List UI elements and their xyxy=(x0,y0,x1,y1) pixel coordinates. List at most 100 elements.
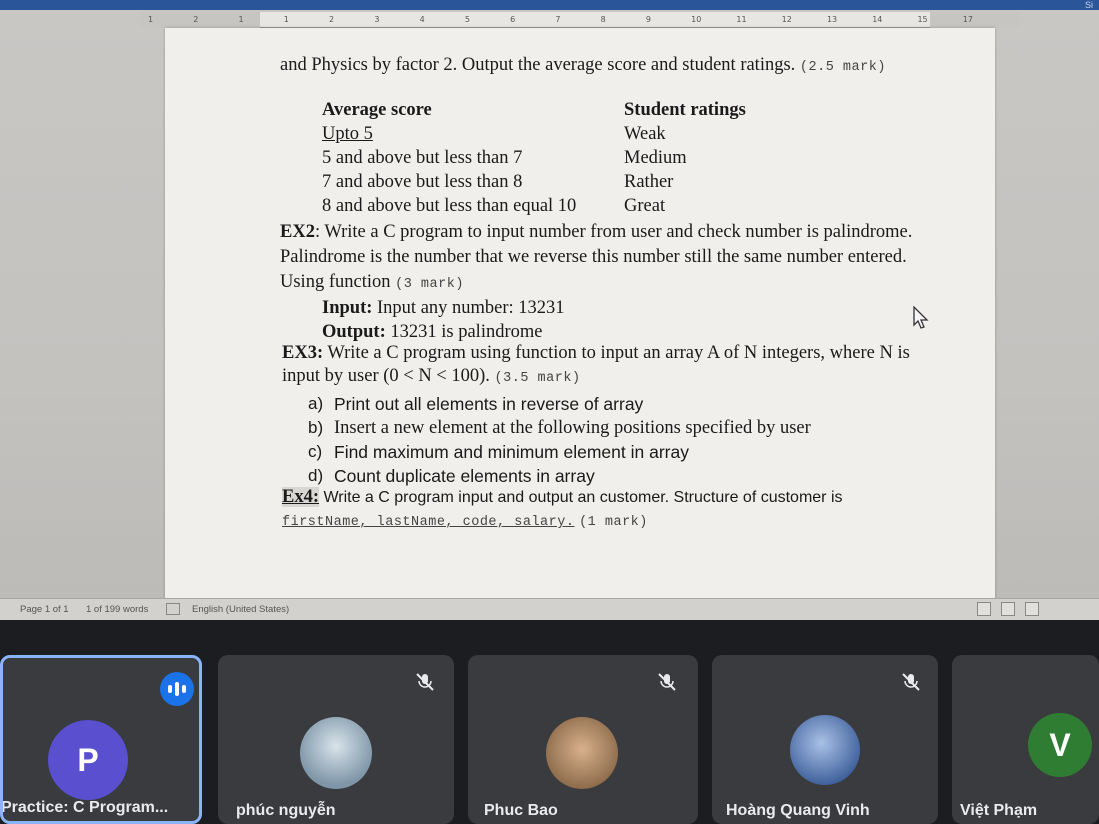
ruler-tick: 1 xyxy=(148,15,154,24)
ruler-tick: 14 xyxy=(872,15,883,24)
ex2-text: : Write a C program to input number from… xyxy=(280,222,913,292)
ex4-label: Ex4: xyxy=(282,487,319,507)
ex4-text: Write a C program input and output an cu… xyxy=(319,489,843,506)
avatar: P xyxy=(48,720,128,800)
participant-tile-presenter[interactable]: P Practice: C Program... xyxy=(0,655,202,824)
page-count[interactable]: Page 1 of 1 xyxy=(20,604,69,615)
list-item: d) Count duplicate elements in array xyxy=(308,464,811,488)
table-row: 7 and above but less than 8 Rather xyxy=(322,170,792,194)
ruler-tick: 1 xyxy=(238,15,244,24)
table-cell: 8 and above but less than equal 10 xyxy=(322,196,577,216)
status-bar: Page 1 of 1 1 of 199 words English (Unit… xyxy=(0,598,1099,620)
ex2-mark: (3 mark) xyxy=(395,277,464,292)
ex3-label: EX3: xyxy=(282,343,324,363)
ruler-tick: 2 xyxy=(193,15,199,24)
ruler-tick: 8 xyxy=(600,15,606,24)
ruler-tick: 12 xyxy=(781,15,792,24)
paragraph-ex2: EX2: Write a C program to input number f… xyxy=(280,220,930,297)
grade-table: Average score Student ratings Upto 5 Wea… xyxy=(322,98,792,218)
ruler-tick: 17 xyxy=(962,15,973,24)
participant-name: Practice: C Program... xyxy=(1,799,169,816)
ruler-tick: 13 xyxy=(826,15,838,24)
participant-name: Việt Phạm xyxy=(960,802,1038,819)
table-header-row: Average score Student ratings xyxy=(322,98,792,122)
participant-tile[interactable]: Hoàng Quang Vinh xyxy=(712,655,938,824)
sign-in-link[interactable]: Si xyxy=(1085,0,1093,10)
participant-name: phúc nguyễn xyxy=(236,802,336,819)
list-item-text: Print out all elements in reverse of arr… xyxy=(334,394,644,414)
ex4-mark: (1 mark) xyxy=(579,515,648,530)
table-cell: Upto 5 xyxy=(322,124,373,144)
ex2-label: EX2 xyxy=(280,222,315,242)
list-item: b) Insert a new element at the following… xyxy=(308,416,811,440)
list-item-label: d) xyxy=(308,466,324,485)
input-text: Input any number: 13231 xyxy=(372,298,565,318)
avatar xyxy=(300,717,372,789)
ex3-mark: (3.5 mark) xyxy=(494,371,581,386)
header-average-score: Average score xyxy=(322,100,432,120)
avatar xyxy=(790,715,860,785)
header-student-ratings: Student ratings xyxy=(624,100,746,120)
proofing-icon[interactable] xyxy=(166,603,180,615)
table-cell: Weak xyxy=(624,124,666,144)
participant-name: Hoàng Quang Vinh xyxy=(726,802,870,819)
ruler-tick: 10 xyxy=(691,15,702,24)
ruler-tick: 2 xyxy=(329,15,335,24)
title-bar: Si xyxy=(0,0,1099,10)
print-layout-icon[interactable] xyxy=(1001,602,1015,616)
ruler-tick: 5 xyxy=(464,15,470,24)
web-layout-icon[interactable] xyxy=(1025,602,1039,616)
horizontal-ruler[interactable]: 1 2 1 1 2 3 4 5 6 7 8 9 10 11 12 13 14 15 17 xyxy=(140,12,1020,28)
ex4-fields: firstName, lastName, code, salary. xyxy=(282,515,575,530)
ex3-subtasks: a) Print out all elements in reverse of … xyxy=(308,392,811,488)
ex1-mark: (2.5 mark) xyxy=(799,60,886,75)
paragraph-ex3: EX3: Write a C program using function to… xyxy=(282,342,942,390)
list-item-text: Find maximum and minimum element in arra… xyxy=(334,442,689,462)
table-cell: Rather xyxy=(624,172,674,192)
avatar-initial: V xyxy=(1049,726,1071,763)
list-item-text: Insert a new element at the following po… xyxy=(334,418,811,438)
avatar: V xyxy=(1028,713,1092,777)
ruler-tick: 15 xyxy=(917,15,928,24)
paragraph-ex4: Ex4: Write a C program input and output … xyxy=(282,486,942,534)
list-item-label: a) xyxy=(308,394,324,413)
word-count[interactable]: 1 of 199 words xyxy=(86,604,148,615)
ex2-io-example: Input: Input any number: 13231 Output: 1… xyxy=(322,296,565,344)
input-label: Input: xyxy=(322,298,373,318)
view-buttons xyxy=(977,602,1039,616)
ruler-tick: 9 xyxy=(645,15,651,24)
table-cell: Medium xyxy=(624,148,687,168)
output-label: Output: xyxy=(322,322,386,342)
participant-tile[interactable]: V Việt Phạm xyxy=(952,655,1099,824)
avatar xyxy=(546,717,618,789)
ruler-tick: 11 xyxy=(736,15,747,24)
ruler-ticks: 1 2 1 1 2 3 4 5 6 7 8 9 10 11 12 13 14 15 17 xyxy=(140,12,1020,27)
ex1-text: and Physics by factor 2. Output the aver… xyxy=(280,55,796,75)
mic-off-icon xyxy=(658,673,676,691)
list-item: c) Find maximum and minimum element in a… xyxy=(308,440,811,464)
mic-off-icon xyxy=(902,673,920,691)
participant-tile[interactable]: Phuc Bao xyxy=(468,655,698,824)
ex3-text: Write a C program using function to inpu… xyxy=(282,343,910,386)
output-text: 13231 is palindrome xyxy=(385,322,543,342)
ruler-tick: 7 xyxy=(555,15,561,24)
list-item-label: c) xyxy=(308,442,323,461)
table-row: Upto 5 Weak xyxy=(322,122,792,146)
list-item-label: b) xyxy=(308,418,324,437)
mouse-pointer-icon xyxy=(913,306,929,329)
read-mode-icon[interactable] xyxy=(977,602,991,616)
ruler-tick: 6 xyxy=(510,15,516,24)
table-cell: 7 and above but less than 8 xyxy=(322,172,523,192)
list-item-text: Count duplicate elements in array xyxy=(334,466,595,486)
language-indicator[interactable]: English (United States) xyxy=(192,604,289,615)
participant-tile[interactable]: phúc nguyễn xyxy=(218,655,454,824)
speaking-indicator-icon xyxy=(160,672,194,706)
table-cell: 5 and above but less than 7 xyxy=(322,148,523,168)
ruler-tick: 4 xyxy=(419,15,425,24)
table-cell: Great xyxy=(624,196,666,216)
participant-name: Phuc Bao xyxy=(484,802,558,819)
table-row: 5 and above but less than 7 Medium xyxy=(322,146,792,170)
ruler-tick: 3 xyxy=(374,15,380,24)
avatar-initial: P xyxy=(77,741,99,778)
list-item: a) Print out all elements in reverse of … xyxy=(308,392,811,416)
